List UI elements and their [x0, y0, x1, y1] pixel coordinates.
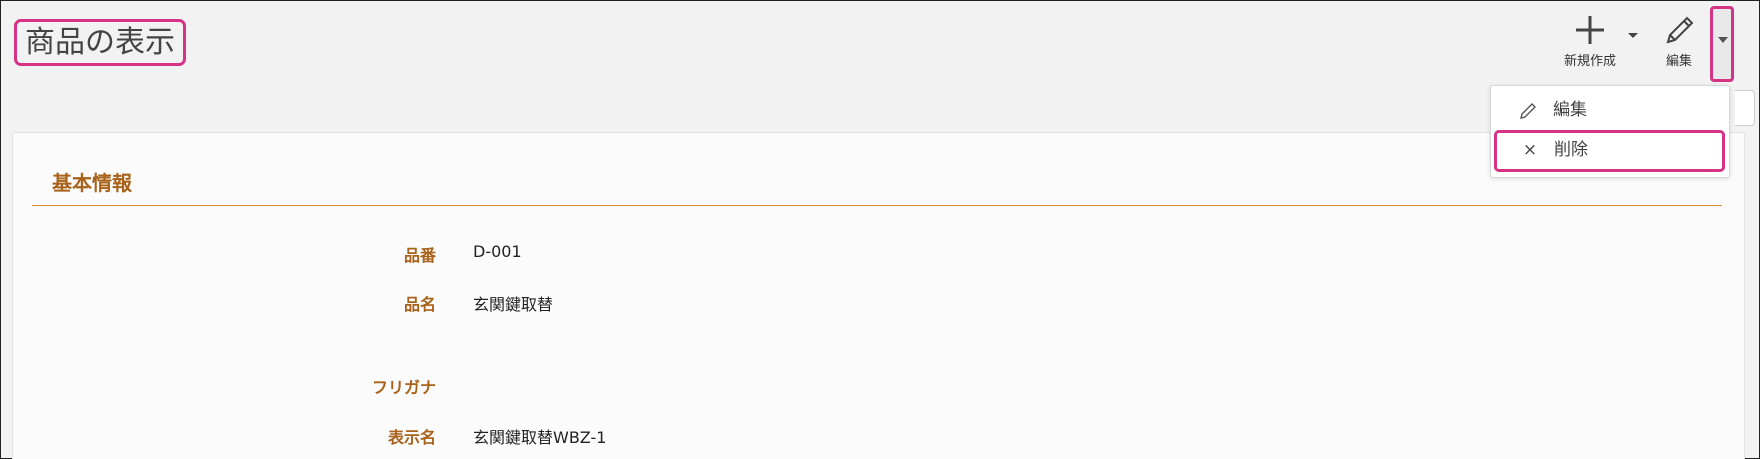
pencil-icon	[1648, 10, 1710, 50]
edit-button[interactable]: 編集	[1648, 10, 1710, 69]
new-button[interactable]: 新規作成	[1553, 10, 1627, 69]
field-label-furigana: フリガナ	[371, 378, 436, 397]
page-title: 商品の表示	[14, 19, 186, 66]
actions-dropdown-menu: 編集 × 削除	[1490, 85, 1730, 178]
search-box-edge[interactable]	[1735, 90, 1755, 126]
field-label-part-number: 品番	[403, 246, 436, 265]
field-value-part-number: D-001	[473, 242, 522, 261]
more-actions-button[interactable]	[1710, 6, 1734, 82]
caret-down-icon	[1623, 28, 1643, 47]
field-value-product-name: 玄関鍵取替	[473, 295, 554, 314]
field-label-display-name: 表示名	[387, 428, 436, 447]
dropdown-item-edit[interactable]: 編集	[1491, 92, 1731, 128]
new-button-label: 新規作成	[1563, 54, 1616, 69]
caret-down-icon	[1718, 37, 1728, 43]
field-value-display-name: 玄関鍵取替WBZ-1	[473, 428, 607, 447]
section-title: 基本情報	[52, 171, 132, 195]
edit-button-label: 編集	[1665, 54, 1692, 69]
plus-icon	[1553, 10, 1627, 50]
dropdown-item-delete[interactable]: × 削除	[1494, 130, 1725, 172]
field-label-product-name: 品名	[403, 295, 436, 314]
dropdown-item-delete-label: 削除	[1554, 140, 1588, 160]
dropdown-item-edit-label: 編集	[1553, 100, 1587, 120]
new-menu-caret-button[interactable]	[1623, 27, 1643, 43]
section-divider	[32, 205, 1722, 206]
close-icon: ×	[1522, 140, 1538, 160]
detail-card	[12, 132, 1745, 459]
